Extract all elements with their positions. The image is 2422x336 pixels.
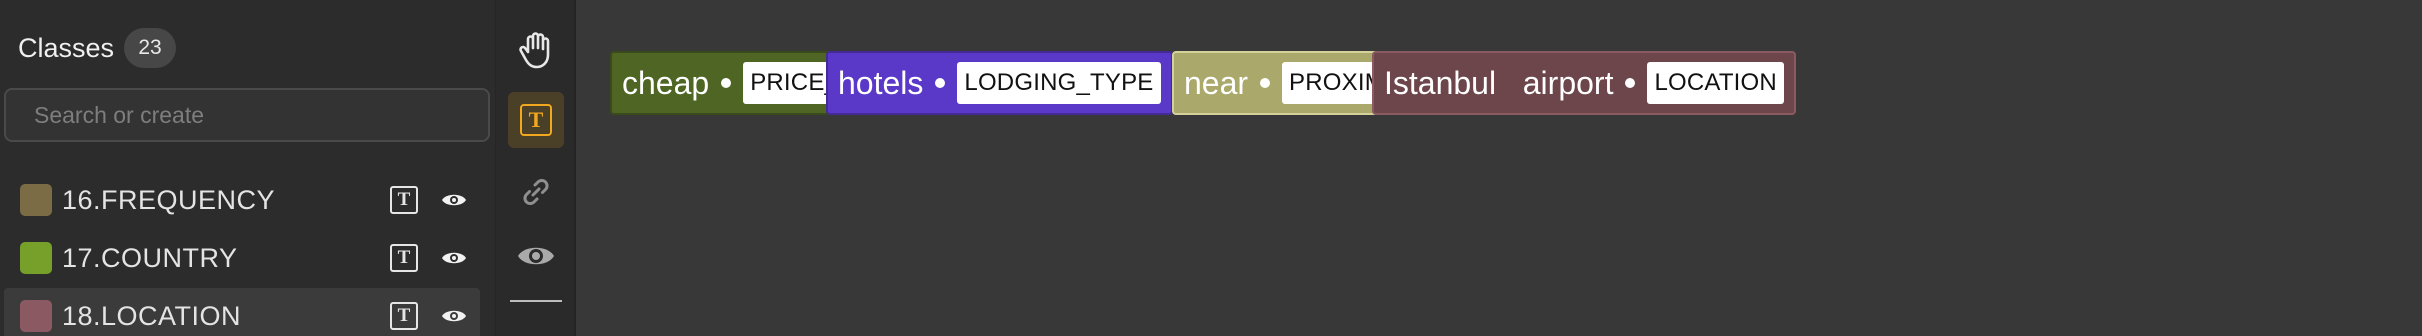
- entity-text: cheap: [622, 64, 710, 101]
- text-tool-icon: T: [520, 104, 552, 136]
- class-search-input[interactable]: [4, 88, 490, 142]
- classes-header: Classes 23: [18, 28, 177, 68]
- eye-icon[interactable]: [440, 246, 468, 270]
- hand-tool-button[interactable]: [508, 22, 564, 78]
- eye-icon[interactable]: [440, 304, 468, 328]
- eye-icon[interactable]: [440, 188, 468, 212]
- text-tool-button[interactable]: T: [508, 92, 564, 148]
- separator-dot: [1625, 78, 1636, 88]
- entity-chip-location[interactable]: Istanbul airport LOCATION: [1372, 51, 1796, 115]
- annotation-canvas[interactable]: cheap PRICE_TIER hotels LODGING_TYPE nea…: [576, 0, 2422, 336]
- entity-label-tag[interactable]: LODGING_TYPE: [957, 62, 1161, 104]
- class-color-swatch: [20, 300, 52, 332]
- separator-dot: [1260, 78, 1271, 88]
- class-list: 16.FREQUENCY T 17.COUNTRY T 18.LOCATION …: [4, 172, 480, 336]
- class-color-swatch: [20, 184, 52, 216]
- entity-text: hotels: [838, 64, 924, 101]
- text-type-icon[interactable]: T: [390, 186, 418, 214]
- classes-count-badge: 23: [124, 28, 177, 68]
- class-item-country[interactable]: 17.COUNTRY T: [4, 230, 480, 286]
- text-type-icon[interactable]: T: [390, 244, 418, 272]
- class-color-swatch: [20, 242, 52, 274]
- link-tool-button[interactable]: [508, 164, 564, 220]
- classes-panel: Classes 23 16.FREQUENCY T 17.COUNTRY T: [0, 0, 496, 336]
- text-type-icon[interactable]: T: [390, 302, 418, 330]
- visibility-tool-button[interactable]: [508, 228, 564, 284]
- separator-dot: [721, 78, 732, 88]
- annotation-app: Classes 23 16.FREQUENCY T 17.COUNTRY T: [0, 0, 2422, 336]
- tool-rail: T: [496, 0, 576, 336]
- hand-icon: [519, 32, 550, 69]
- classes-title: Classes: [18, 32, 115, 63]
- eye-icon: [518, 247, 554, 265]
- entity-chip-lodging-type[interactable]: hotels LODGING_TYPE: [826, 51, 1173, 115]
- class-item-label: 18.LOCATION: [62, 300, 242, 331]
- class-item-location[interactable]: 18.LOCATION T: [4, 288, 480, 336]
- class-item-frequency[interactable]: 16.FREQUENCY T: [4, 172, 480, 228]
- entity-text: near: [1184, 64, 1249, 101]
- entity-label-tag[interactable]: LOCATION: [1647, 62, 1784, 104]
- link-icon: [523, 178, 549, 206]
- class-item-label: 17.COUNTRY: [62, 242, 238, 273]
- entity-text: Istanbul airport: [1384, 64, 1614, 101]
- toolbar-divider: [510, 300, 562, 302]
- separator-dot: [935, 78, 946, 88]
- class-item-label: 16.FREQUENCY: [62, 184, 276, 215]
